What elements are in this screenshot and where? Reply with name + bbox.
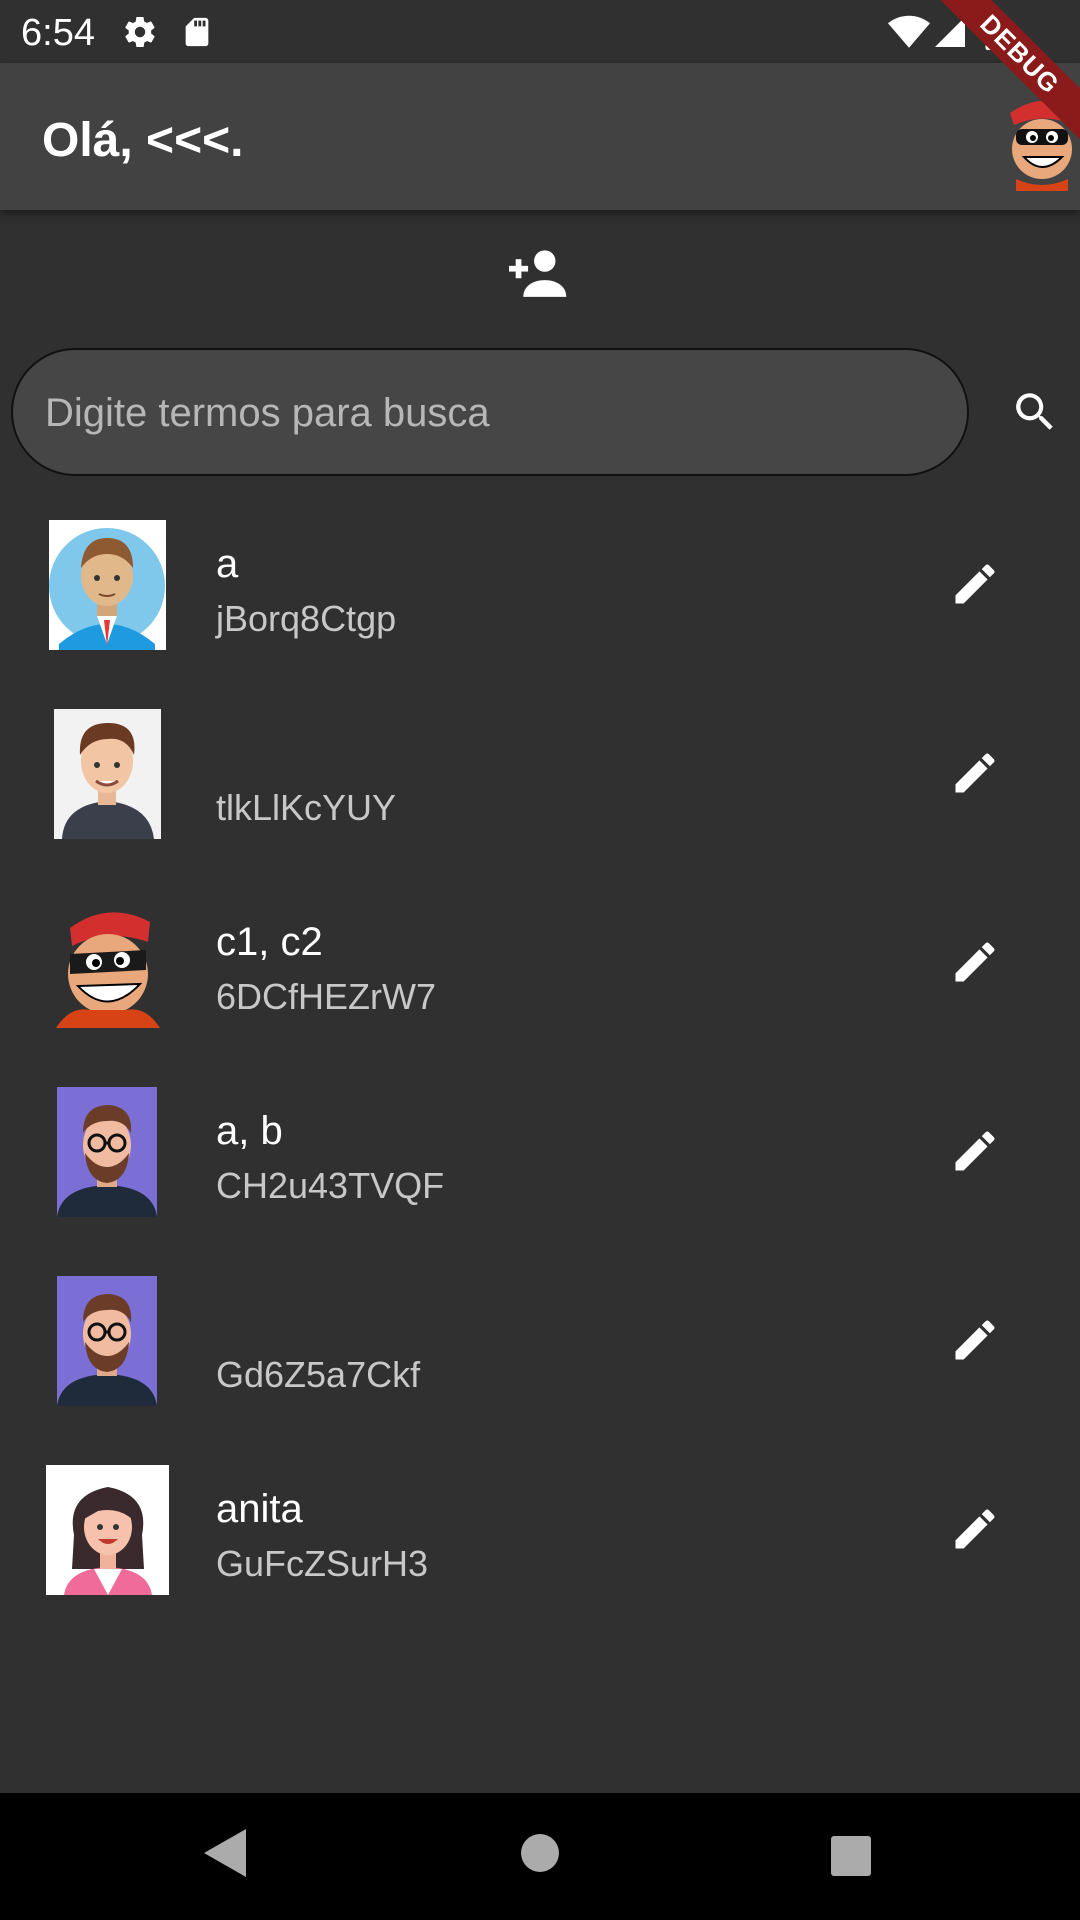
contact-id: CH2u43TVQF	[216, 1165, 445, 1206]
edit-button[interactable]	[940, 740, 1010, 810]
back-icon[interactable]	[204, 1829, 246, 1882]
search-field	[11, 348, 969, 476]
status-time: 6:54	[21, 12, 95, 54]
home-icon[interactable]	[520, 1833, 560, 1878]
list-item[interactable]: a, b CH2u43TVQF	[0, 1070, 1080, 1259]
gear-icon	[122, 14, 158, 55]
list-item[interactable]: a jBorq8Ctgp	[0, 503, 1080, 692]
navigation-bar	[0, 1793, 1080, 1920]
status-bar: 6:54	[0, 0, 1080, 63]
contact-id: Gd6Z5a7Ckf	[216, 1354, 421, 1395]
list-item[interactable]: c1, c2 6DCfHEZrW7	[0, 881, 1080, 1070]
add-user-button[interactable]	[500, 240, 580, 310]
debug-banner: DEBUG	[930, 0, 1080, 150]
edit-button[interactable]	[940, 551, 1010, 621]
avatar	[50, 898, 166, 1028]
contact-id: jBorq8Ctgp	[216, 598, 397, 639]
search-input[interactable]	[43, 350, 927, 476]
contact-id: GuFcZSurH3	[216, 1543, 429, 1584]
contact-name: a, b	[216, 1109, 283, 1153]
pencil-icon	[949, 747, 1001, 804]
edit-button[interactable]	[940, 1118, 1010, 1188]
edit-button[interactable]	[940, 929, 1010, 999]
avatar	[46, 1465, 169, 1595]
avatar	[57, 1087, 157, 1217]
edit-button[interactable]	[940, 1307, 1010, 1377]
pencil-icon	[949, 1314, 1001, 1371]
app-bar: Olá, <<<.	[0, 63, 1080, 210]
pencil-icon	[949, 1503, 1001, 1560]
search-button[interactable]	[1000, 384, 1070, 444]
list-item[interactable]: anita GuFcZSurH3	[0, 1448, 1080, 1637]
contact-name: a	[216, 542, 239, 586]
list-item[interactable]: Gd6Z5a7Ckf	[0, 1259, 1080, 1448]
contact-name: c1, c2	[216, 920, 323, 964]
pencil-icon	[949, 1125, 1001, 1182]
page-title: Olá, <<<.	[42, 114, 244, 167]
pencil-icon	[949, 936, 1001, 993]
contact-id: 6DCfHEZrW7	[216, 976, 437, 1017]
avatar	[57, 1276, 157, 1406]
contact-id: tlkLlKcYUY	[216, 787, 397, 828]
wifi-icon	[888, 14, 930, 55]
avatar	[49, 520, 166, 650]
avatar	[54, 709, 161, 839]
edit-button[interactable]	[940, 1496, 1010, 1566]
sd-card-icon	[180, 14, 214, 55]
search-icon	[1010, 387, 1060, 442]
debug-label: DEBUG	[930, 0, 1080, 145]
list-item[interactable]: tlkLlKcYUY	[0, 692, 1080, 881]
contact-name: anita	[216, 1487, 303, 1531]
recents-icon[interactable]	[831, 1836, 871, 1881]
person-add-icon	[509, 249, 571, 302]
pencil-icon	[949, 558, 1001, 615]
